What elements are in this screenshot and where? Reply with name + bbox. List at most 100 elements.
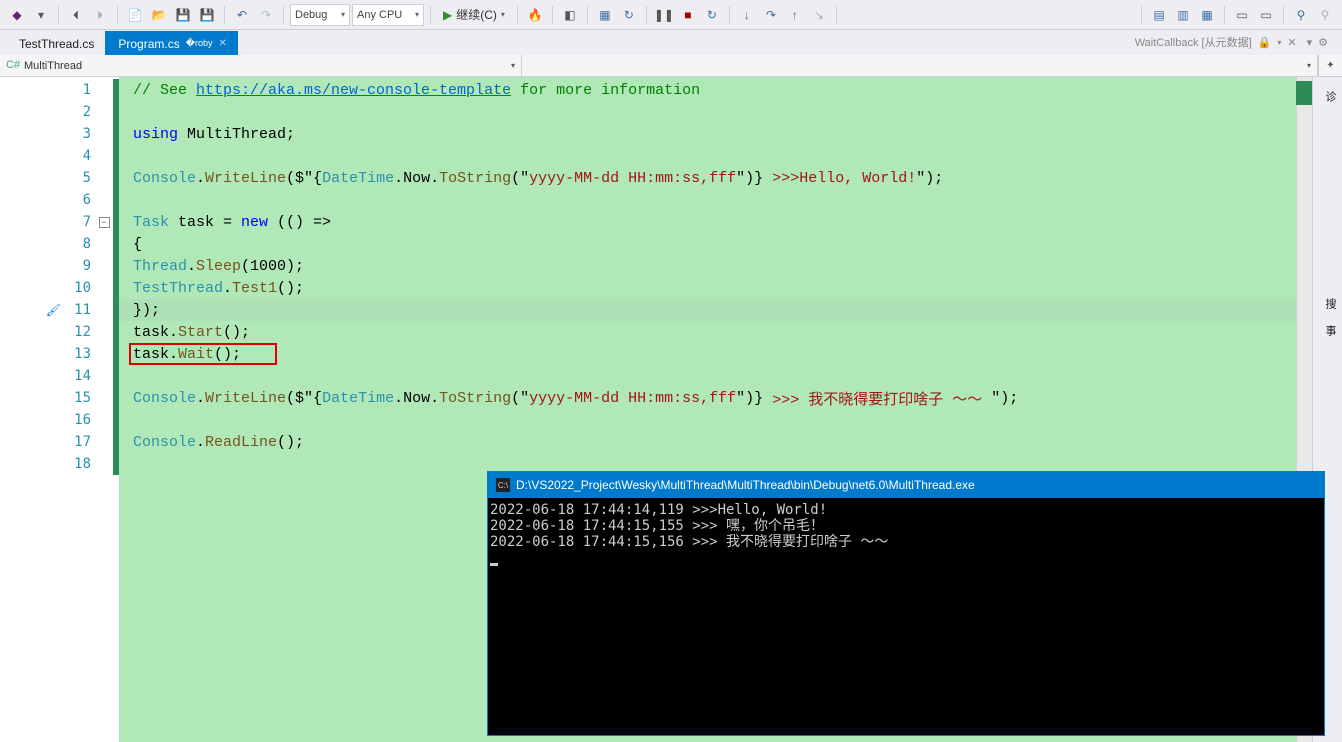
continue-button[interactable]: ▶ 继续(C) ▾ (437, 4, 511, 26)
member-dropdown[interactable]: ▾ (522, 55, 1318, 76)
scope-dropdown[interactable]: C# MultiThread ▾ (0, 55, 522, 76)
code-text: . (187, 258, 196, 275)
line-number: 1 (65, 82, 91, 98)
fold-toggle[interactable]: − (99, 217, 110, 228)
console-output[interactable]: 2022-06-18 17:44:14,119 >>>Hello, World!… (488, 498, 1324, 735)
gutter: 1 2 3 4 5 6 7 8 9 10 🖌11 12 13 14 15 16 … (0, 77, 95, 742)
line-number: 2 (65, 104, 91, 120)
code-text: (); (277, 434, 304, 451)
restart-icon[interactable]: ↻ (701, 4, 723, 26)
step-out-icon[interactable]: ↑ (784, 4, 806, 26)
dropdown-icon[interactable]: ▾ (30, 4, 52, 26)
side-tab-diagnostics[interactable]: 诊 (1313, 83, 1342, 110)
code-text: ($"{ (286, 170, 322, 187)
line-number: 12 (65, 324, 91, 340)
code-text: "); (991, 390, 1018, 407)
code-text: Task (133, 214, 169, 231)
caret-down-icon: ▾ (415, 10, 419, 19)
caret-down-icon: ▾ (1307, 61, 1311, 70)
window2-icon[interactable]: ▭ (1255, 4, 1277, 26)
nav-bar: C# MultiThread ▾ ▾ ✦ (0, 55, 1342, 77)
close-icon[interactable]: ✕ (1287, 36, 1296, 49)
code-text: (() => (268, 214, 331, 231)
code-text: . (223, 280, 232, 297)
code-text: >>> 我不晓得要打印啥子 ～～ (772, 388, 991, 409)
open-icon[interactable]: 📂 (148, 4, 170, 26)
config-label: Debug (295, 9, 327, 21)
console-line: 2022-06-18 17:44:15,156 >>> 我不晓得要打印啥子 ～～ (490, 534, 888, 550)
redo-icon[interactable]: ↷ (255, 4, 277, 26)
code-text: .Now. (394, 170, 439, 187)
code-link[interactable]: https://aka.ms/new-console-template (196, 82, 511, 99)
window-icon[interactable]: ▭ (1231, 4, 1253, 26)
hot-reload-icon[interactable]: 🔥 (524, 4, 546, 26)
code-text: .Now. (394, 390, 439, 407)
code-text: (" (511, 390, 529, 407)
fold-column: − (95, 77, 113, 742)
line-number: 7 (65, 214, 91, 230)
back-icon[interactable] (65, 4, 87, 26)
continue-label: 继续(C) (456, 6, 497, 23)
tab-program[interactable]: Program.cs �roby ✕ (105, 31, 238, 55)
metadata-indicator: WaitCallback [从元数据] 🔒 ▾ ✕ ▾ ⚙ (1127, 32, 1336, 52)
share2-icon[interactable]: ⚲ (1314, 4, 1336, 26)
code-text: Console (133, 434, 196, 451)
new-file-icon[interactable]: 📄 (124, 4, 146, 26)
cursor-icon[interactable]: ↘ (808, 4, 830, 26)
play-icon: ▶ (443, 8, 452, 22)
line-number: 4 (65, 148, 91, 164)
tool-icon[interactable]: ◧ (559, 4, 581, 26)
step-into-icon[interactable]: ↓ (736, 4, 758, 26)
line-number: 13 (65, 346, 91, 362)
code-text: task. (133, 346, 178, 363)
code-text: // See (133, 82, 196, 99)
line-number: 10 (65, 280, 91, 296)
save-icon[interactable]: 💾 (172, 4, 194, 26)
layout3-icon[interactable]: ▦ (1196, 4, 1218, 26)
brush-icon[interactable]: 🖌 (46, 303, 61, 317)
platform-label: Any CPU (357, 9, 402, 21)
step-over-icon[interactable]: ↷ (760, 4, 782, 26)
step-icon[interactable]: ▦ (594, 4, 616, 26)
caret-icon[interactable]: ▾ (1277, 38, 1281, 47)
layout2-icon[interactable]: ▥ (1172, 4, 1194, 26)
main-toolbar: ◆ ▾ 📄 📂 💾 💾 ↶ ↷ Debug ▾ Any CPU ▾ ▶ 继续(C… (0, 0, 1342, 30)
close-icon[interactable]: ✕ (218, 38, 226, 49)
document-tab-bar: TestThread.cs Program.cs �roby ✕ WaitCal… (0, 30, 1342, 55)
code-text: new (241, 214, 268, 231)
line-number: 15 (65, 390, 91, 406)
dropdown-icon[interactable]: ▾ (1307, 36, 1313, 49)
code-text: TestThread (133, 280, 223, 297)
caret-down-icon: ▾ (341, 10, 345, 19)
line-number: 18 (65, 456, 91, 472)
undo-icon[interactable]: ↶ (231, 4, 253, 26)
code-text: (); (223, 324, 250, 341)
metadata-label: WaitCallback [从元数据] (1135, 34, 1252, 50)
forward-icon[interactable] (89, 4, 111, 26)
save-all-icon[interactable]: 💾 (196, 4, 218, 26)
console-title-text: D:\VS2022_Project\Wesky\MultiThread\Mult… (516, 478, 975, 492)
side-tab-search[interactable]: 搜 (1313, 290, 1342, 317)
layout-icon[interactable]: ▤ (1148, 4, 1170, 26)
gear-icon[interactable]: ⚙ (1318, 36, 1328, 49)
pause-icon[interactable]: ❚❚ (653, 4, 675, 26)
pin-icon[interactable]: �roby (186, 38, 213, 49)
code-text: ReadLine (205, 434, 277, 451)
code-text: "); (916, 170, 943, 187)
line-number: 9 (65, 258, 91, 274)
split-icon[interactable]: ✦ (1318, 55, 1342, 76)
platform-dropdown[interactable]: Any CPU ▾ (352, 4, 424, 26)
code-text: DateTime (322, 170, 394, 187)
side-tab-events[interactable]: 事 (1313, 317, 1342, 344)
tab-testthread[interactable]: TestThread.cs (6, 31, 105, 55)
stop-icon[interactable]: ■ (677, 4, 699, 26)
config-dropdown[interactable]: Debug ▾ (290, 4, 350, 26)
code-text: for more information (511, 82, 700, 99)
share-icon[interactable]: ⚲ (1290, 4, 1312, 26)
code-text: . (196, 170, 205, 187)
console-titlebar[interactable]: C:\ D:\VS2022_Project\Wesky\MultiThread\… (488, 472, 1324, 498)
lock-icon: 🔒 (1258, 36, 1272, 49)
code-text: }); (133, 302, 160, 319)
refresh-icon[interactable]: ↻ (618, 4, 640, 26)
code-text: (); (277, 280, 304, 297)
